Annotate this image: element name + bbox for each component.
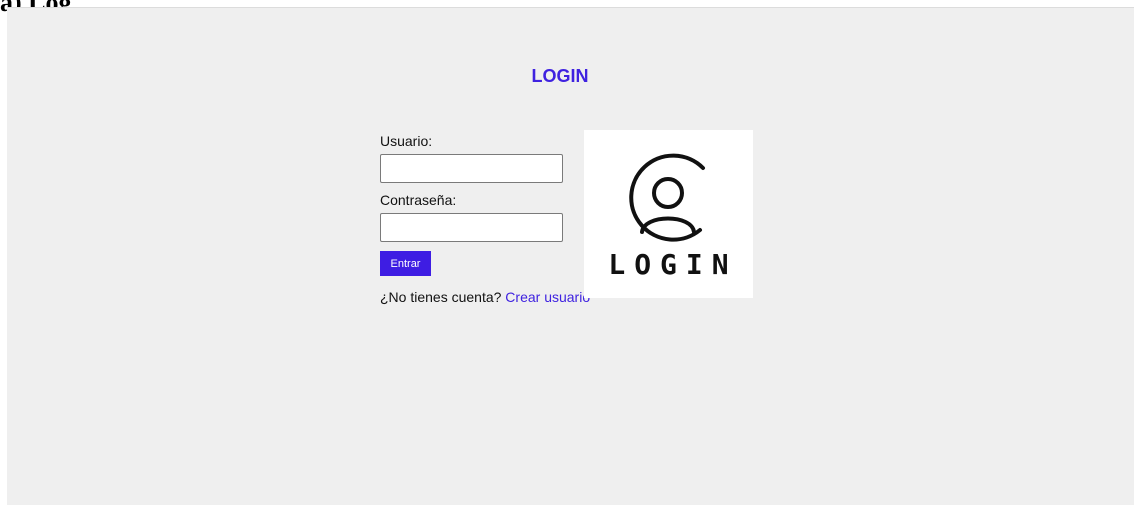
signup-prompt: ¿No tienes cuenta? Crear usuario [380, 289, 590, 305]
page-title: LOGIN [531, 66, 589, 86]
username-field[interactable] [380, 154, 563, 183]
logo-text: LOGIN [608, 248, 738, 281]
password-label: Contraseña: [380, 192, 457, 208]
create-user-link[interactable]: Crear usuario [505, 289, 590, 305]
user-circle-icon [629, 153, 705, 242]
password-field[interactable] [380, 213, 563, 242]
login-form: Usuario: Contraseña: Entrar ¿No tienes c… [380, 133, 590, 305]
submit-button[interactable]: Entrar [380, 251, 431, 276]
login-logo: LOGIN [584, 130, 753, 298]
username-label: Usuario: [380, 133, 433, 149]
signup-prompt-text: ¿No tienes cuenta? [380, 289, 502, 305]
